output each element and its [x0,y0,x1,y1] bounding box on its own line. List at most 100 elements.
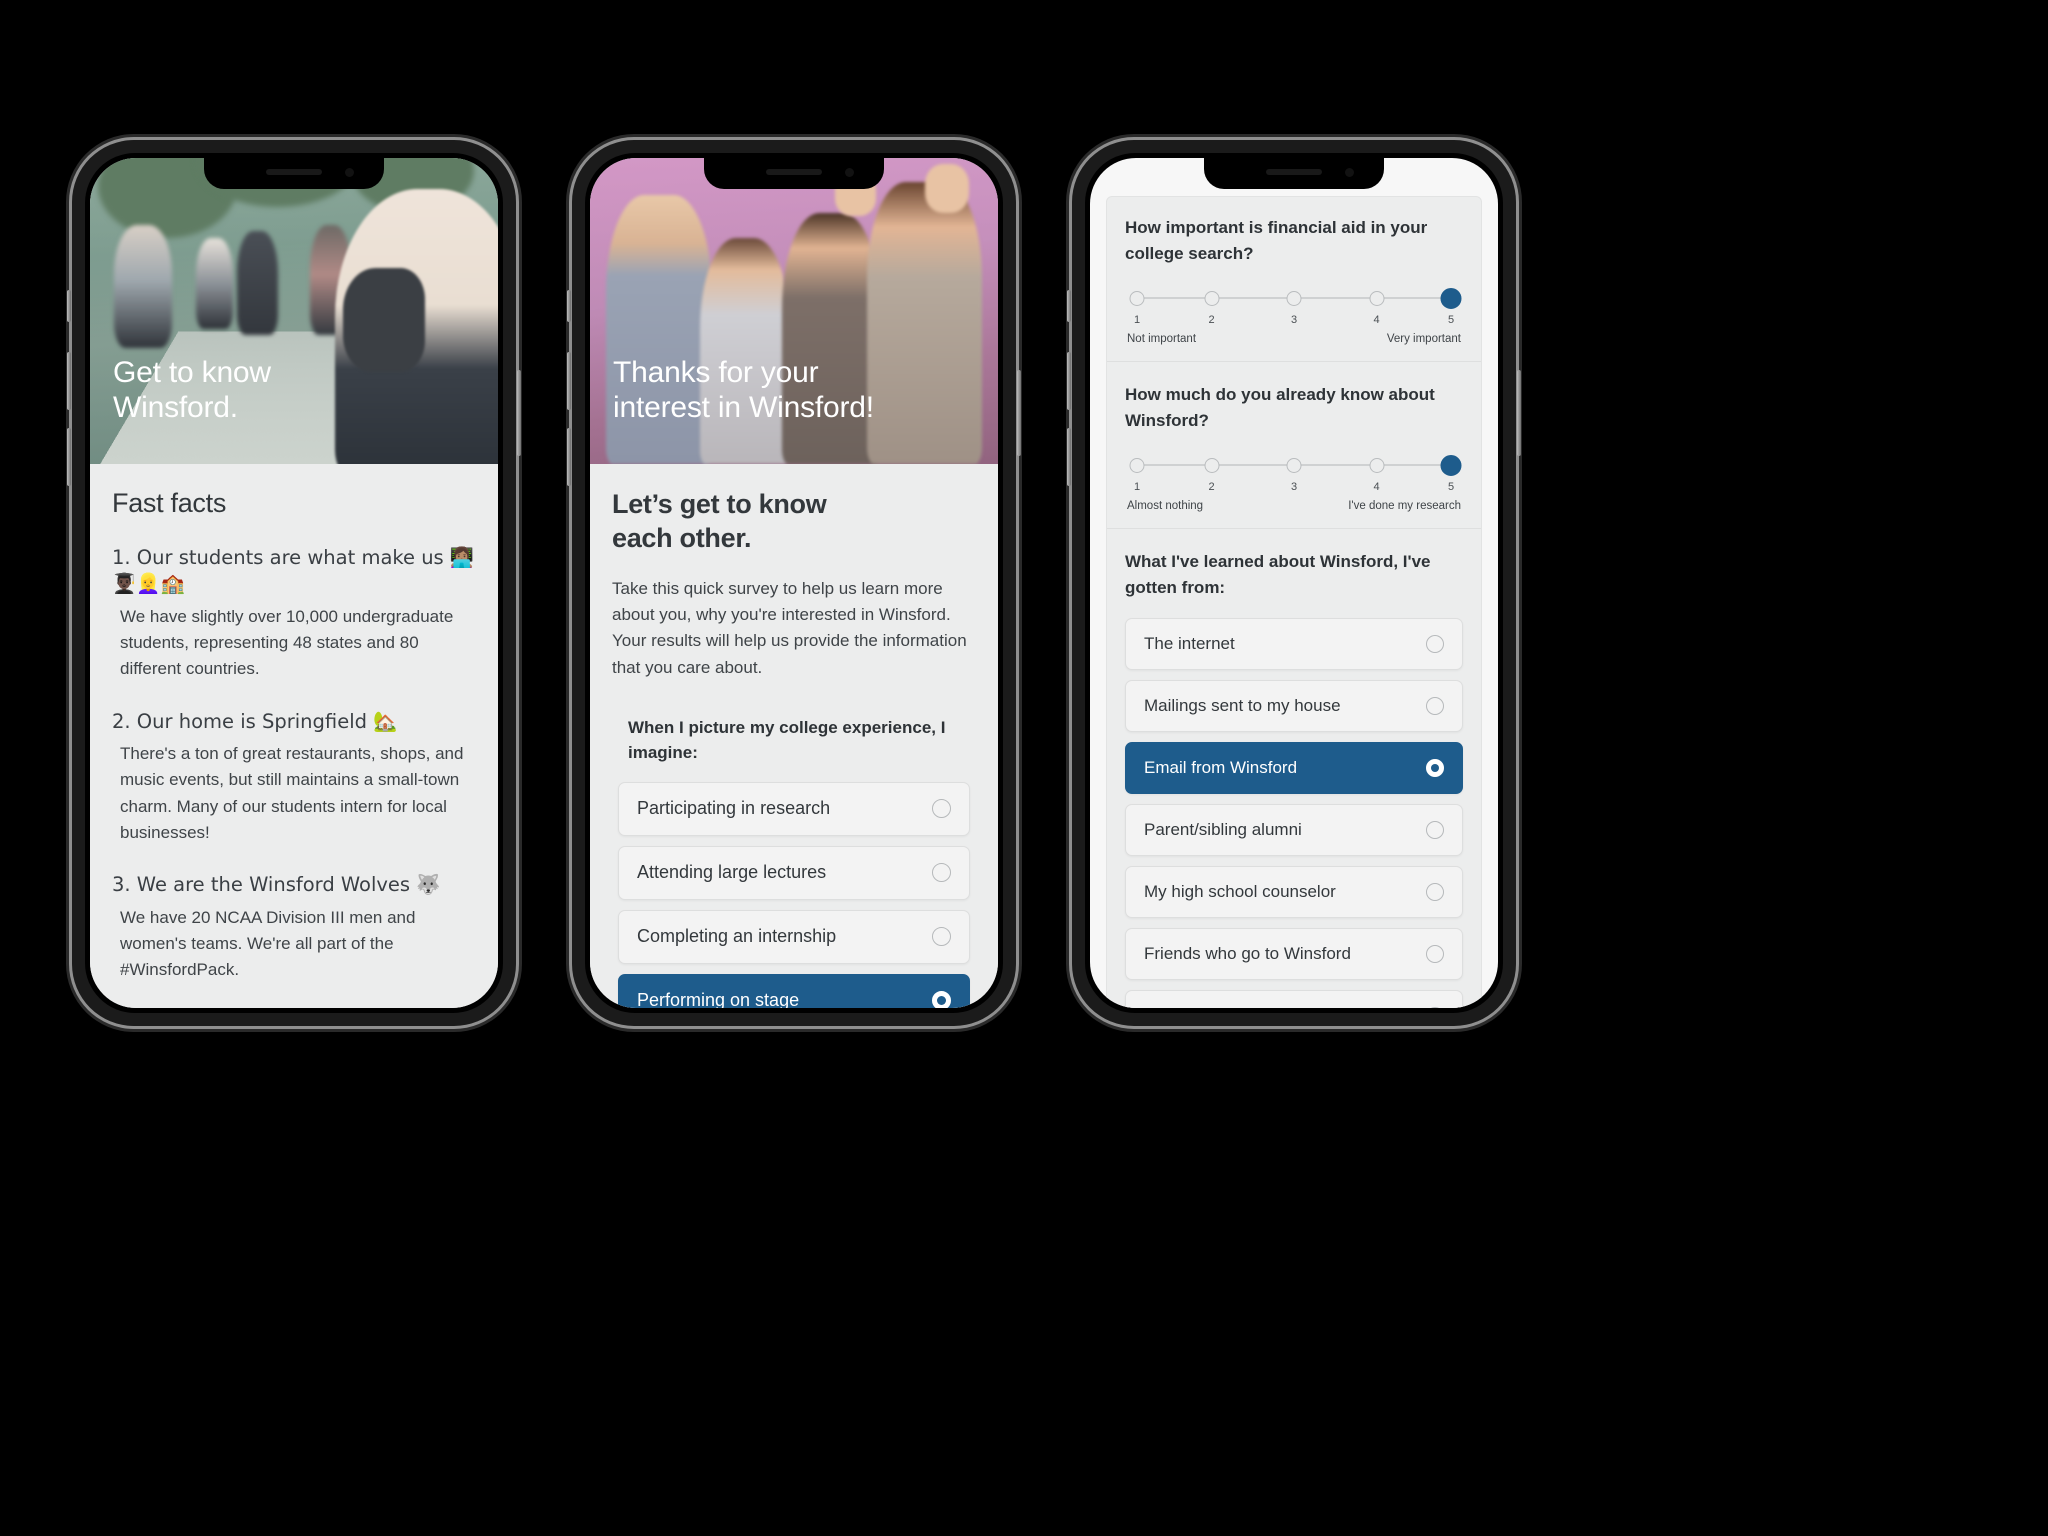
option-completing-an-internship[interactable]: Completing an internship [618,909,970,964]
option-label: Participating in research [637,798,831,819]
slider-left-label: Almost nothing [1127,500,1204,512]
slider-tick-1[interactable] [1129,291,1145,306]
front-camera-icon [345,168,354,177]
radio-button-icon[interactable] [1426,883,1444,901]
radio-button-icon[interactable] [932,863,951,883]
front-camera-icon [845,168,854,177]
radio-button-selected-icon[interactable] [932,991,951,1008]
slider-right-label: I've done my research [1348,500,1461,512]
option-friends-who-go-to-winsford[interactable]: Friends who go to Winsford [1125,928,1463,980]
survey-card: How important is financial aid in your c… [1106,196,1482,1008]
slider-question-financial-aid: How important is financial aid in your c… [1125,215,1463,345]
fact-title-2: 2. Our home is Springfield 🏡 [112,709,398,733]
slider-tick-numbers: 1 2 3 4 5 [1129,314,1459,332]
survey-questions-scroll-area[interactable]: How important is financial aid in your c… [1090,158,1498,1008]
tick-label-4: 4 [1373,314,1380,326]
mute-switch[interactable] [67,290,71,322]
phone-screen-2: Thanks for your interest in Winsford! Le… [590,158,998,1008]
hero-title-line-1: Get to know [113,356,271,390]
slider-tick-2[interactable] [1204,291,1219,306]
fast-facts-scroll-area[interactable]: Fast facts 1. Our students are what make… [90,464,498,1008]
volume-up-button[interactable] [1067,352,1071,410]
slider-end-labels: Almost nothing I've done my research [1127,500,1461,512]
slider-right-label: Very important [1386,333,1461,345]
option-attending-large-lectures[interactable]: Attending large lectures [618,845,970,900]
front-camera-icon [1345,168,1354,177]
option-label: Other [1144,1006,1187,1008]
phone-device-1: Get to know Winsford. Fast facts 1. Our … [67,140,521,1026]
radio-button-selected-icon[interactable] [1426,759,1444,777]
radio-button-icon[interactable] [932,927,951,947]
option-participating-in-research[interactable]: Participating in research [618,781,970,836]
notch-1 [204,158,384,189]
power-button[interactable] [1017,370,1021,456]
screenshot-canvas: Get to know Winsford. Fast facts 1. Our … [0,0,2048,1536]
fact-body-1: We have slightly over 10,000 undergradua… [120,606,454,679]
section-heading-fast-facts: Fast facts [112,488,227,518]
tick-label-4: 4 [1373,481,1380,493]
phone-screen-1: Get to know Winsford. Fast facts 1. Our … [90,158,498,1008]
radio-button-icon[interactable] [1426,821,1444,839]
hero-title-2: Thanks for your interest in Winsford! [613,356,978,426]
earpiece-speaker-icon [1266,169,1322,175]
earpiece-speaker-icon [766,169,822,175]
radio-button-icon[interactable] [1426,1007,1444,1008]
fact-title-1: 1. Our students are what make us 👩🏽‍💻👨🏿‍… [112,546,475,596]
volume-down-button[interactable] [67,428,71,486]
phone-bezel-2: Thanks for your interest in Winsford! Le… [585,153,1003,1013]
question-label: What I've learned about Winsford, I've g… [1125,552,1431,597]
slider-tick-numbers: 1 2 3 4 5 [1129,481,1459,499]
slider-tick-4[interactable] [1369,458,1384,473]
slider-thumb-selected[interactable] [1440,288,1462,309]
phone-device-2: Thanks for your interest in Winsford! Le… [567,140,1021,1026]
slider-tick-3[interactable] [1286,291,1302,306]
fact-body-2: There's a ton of great restaurants, shop… [120,743,464,842]
tick-label-3: 3 [1290,314,1298,326]
power-button[interactable] [517,370,521,456]
slider-question-knowledge: How much do you already know about Winsf… [1125,382,1463,512]
option-label: Performing on stage [637,990,800,1008]
option-label: The internet [1144,634,1235,653]
slider-tick-2[interactable] [1204,458,1219,473]
mute-switch[interactable] [567,290,571,322]
hero-title-line-1: Thanks for your [613,356,819,390]
tick-label-5: 5 [1447,314,1455,326]
slider-tick-3[interactable] [1286,458,1302,473]
fact-body-3: We have 20 NCAA Division III men and wom… [120,907,416,980]
option-label: Attending large lectures [637,862,827,883]
volume-down-button[interactable] [1067,428,1071,486]
option-the-internet[interactable]: The internet [1125,618,1463,670]
option-performing-on-stage[interactable]: Performing on stage [618,973,970,1008]
radio-button-icon[interactable] [1426,945,1444,963]
option-label: Friends who go to Winsford [1144,944,1351,963]
phone-bezel-1: Get to know Winsford. Fast facts 1. Our … [85,153,503,1013]
option-parent-sibling-alumni[interactable]: Parent/sibling alumni [1125,804,1463,856]
hero-title-1: Get to know Winsford. [113,356,478,426]
volume-up-button[interactable] [567,352,571,410]
slider-thumb-selected[interactable] [1440,455,1462,476]
survey-intro-text: Take this quick survey to help us learn … [612,578,967,677]
volume-up-button[interactable] [67,352,71,410]
option-my-high-school-counselor[interactable]: My high school counselor [1125,866,1463,918]
radio-button-icon[interactable] [1426,697,1444,715]
power-button[interactable] [1517,370,1521,456]
slider-track-financial-aid[interactable] [1129,288,1462,309]
option-mailings-sent-to-my-house[interactable]: Mailings sent to my house [1125,680,1463,732]
option-other[interactable]: Other [1125,990,1463,1008]
phone-bezel-3: How important is financial aid in your c… [1085,153,1503,1013]
notch-3 [1204,158,1384,189]
radio-button-icon[interactable] [1426,635,1444,653]
slider-tick-4[interactable] [1369,291,1384,306]
option-label: Mailings sent to my house [1144,696,1341,715]
radio-button-icon[interactable] [932,799,951,819]
mute-switch[interactable] [1067,290,1071,322]
hero-banner-1: Get to know Winsford. [90,158,498,464]
slider-track-knowledge[interactable] [1129,455,1462,476]
slider-left-label: Not important [1127,333,1197,345]
volume-down-button[interactable] [567,428,571,486]
hero-title-line-2: interest in Winsford! [613,391,874,425]
slider-tick-1[interactable] [1129,458,1145,473]
option-email-from-winsford[interactable]: Email from Winsford [1125,742,1463,794]
survey-intro-scroll-area[interactable]: Let’s get to know each other. Take this … [590,464,998,1008]
card-divider [1107,361,1481,362]
